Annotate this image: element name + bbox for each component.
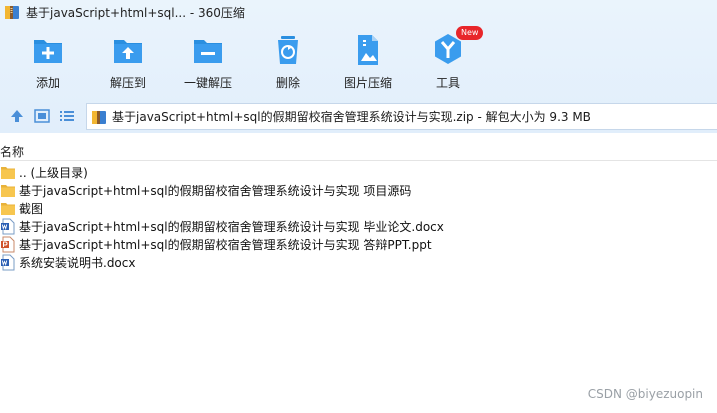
zip-archive-icon	[5, 6, 19, 19]
delete-button[interactable]: 删除	[243, 28, 333, 92]
word-document-icon	[1, 218, 15, 234]
tools-button[interactable]: New 工具	[403, 26, 493, 92]
list-view-icon[interactable]	[58, 107, 76, 125]
folder-icon	[1, 166, 15, 179]
word-document-icon	[1, 254, 15, 270]
list-item[interactable]: 系统安装说明书.docx	[0, 253, 717, 271]
list-item[interactable]: 基于javaScript+html+sql的假期留校宿舍管理系统设计与实现 项目…	[0, 181, 717, 199]
thumbnail-view-icon[interactable]	[33, 107, 51, 125]
watermark: CSDN @biyezuopin	[587, 387, 703, 401]
address-bar: 基于javaScript+html+sql的假期留校宿舍管理系统设计与实现.zi…	[0, 101, 717, 131]
add-icon	[34, 40, 62, 63]
path-text: 基于javaScript+html+sql的假期留校宿舍管理系统设计与实现.zi…	[112, 110, 591, 124]
list-item[interactable]: 基于javaScript+html+sql的假期留校宿舍管理系统设计与实现 毕业…	[0, 217, 717, 235]
image-compress-icon	[358, 35, 378, 65]
file-list-header: 名称	[0, 143, 717, 161]
column-header-name[interactable]: 名称	[0, 143, 24, 160]
delete-icon	[278, 36, 298, 64]
folder-icon	[1, 202, 15, 215]
folder-icon	[1, 184, 15, 197]
one-click-extract-button[interactable]: 一键解压	[163, 28, 253, 92]
powerpoint-document-icon	[1, 236, 15, 252]
one-click-extract-icon	[194, 40, 222, 63]
extract-to-button[interactable]: 解压到	[83, 28, 173, 92]
list-item[interactable]: .. (上级目录)	[0, 163, 717, 181]
extract-to-icon	[114, 40, 142, 63]
list-item[interactable]: 基于javaScript+html+sql的假期留校宿舍管理系统设计与实现 答辩…	[0, 235, 717, 253]
title-bar: 基于javaScript+html+sql... - 360压缩	[0, 0, 717, 24]
list-item[interactable]: 截图	[0, 199, 717, 217]
new-badge: New	[456, 26, 484, 40]
up-arrow-icon[interactable]	[8, 107, 26, 125]
zip-archive-icon	[92, 110, 106, 124]
window-title: 基于javaScript+html+sql... - 360压缩	[26, 5, 245, 20]
main-toolbar: 添加 解压到 一键解压 删除 图片压缩 New 工具	[0, 26, 717, 92]
image-compress-button[interactable]: 图片压缩	[323, 28, 413, 92]
add-button[interactable]: 添加	[3, 28, 93, 92]
path-field[interactable]: 基于javaScript+html+sql的假期留校宿舍管理系统设计与实现.zi…	[86, 103, 717, 130]
